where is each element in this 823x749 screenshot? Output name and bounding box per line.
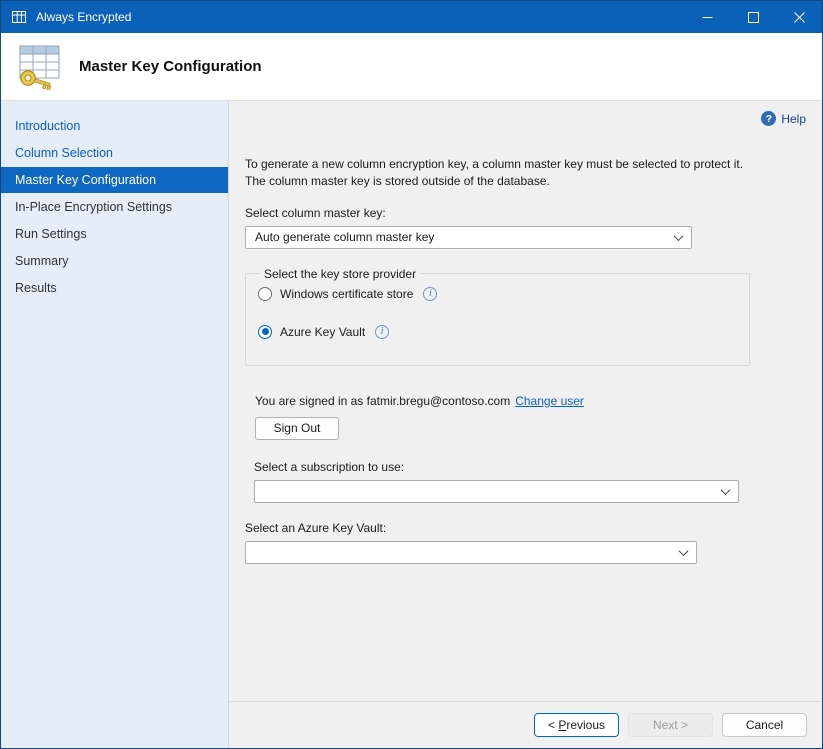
chevron-down-icon [674, 231, 684, 241]
master-key-dropdown[interactable]: Auto generate column master key [245, 226, 692, 249]
radio-windows-certificate-store[interactable] [258, 287, 272, 301]
content-panel: ? Help To generate a new column encrypti… [229, 101, 822, 748]
minimize-icon [702, 12, 713, 23]
window-controls [684, 1, 822, 33]
minimize-button[interactable] [684, 1, 730, 33]
sidebar-item-results[interactable]: Results [1, 275, 228, 301]
cancel-button[interactable]: Cancel [722, 713, 807, 737]
vault-label: Select an Azure Key Vault: [245, 521, 806, 535]
sidebar-item-run-settings[interactable]: Run Settings [1, 221, 228, 247]
always-encrypted-window: Always Encrypted [0, 0, 823, 749]
maximize-button[interactable] [730, 1, 776, 33]
window-title: Always Encrypted [36, 10, 131, 24]
wizard-steps-sidebar: Introduction Column Selection Master Key… [1, 101, 229, 748]
radio-dot [262, 328, 269, 335]
close-button[interactable] [776, 1, 822, 33]
vault-dropdown[interactable] [245, 541, 697, 564]
sidebar-item-introduction[interactable]: Introduction [1, 113, 228, 139]
signed-in-text: You are signed in as fatmir.bregu@contos… [255, 394, 510, 408]
radio-label-azure-key-vault[interactable]: Azure Key Vault [280, 325, 365, 339]
wizard-footer: < Previous Next > Cancel [229, 701, 822, 748]
sign-out-button[interactable]: Sign Out [255, 417, 339, 440]
table-key-icon [15, 44, 63, 90]
chevron-down-icon [679, 546, 689, 556]
change-user-link[interactable]: Change user [515, 394, 584, 408]
info-icon[interactable]: i [423, 287, 437, 301]
subscription-label: Select a subscription to use: [254, 460, 806, 474]
chevron-down-icon [721, 485, 731, 495]
help-link[interactable]: ? Help [245, 111, 806, 126]
content-main: ? Help To generate a new column encrypti… [229, 101, 822, 701]
sidebar-item-summary[interactable]: Summary [1, 248, 228, 274]
help-icon: ? [761, 111, 776, 126]
titlebar: Always Encrypted [1, 1, 822, 33]
sidebar-item-column-selection[interactable]: Column Selection [1, 140, 228, 166]
key-store-provider-title: Select the key store provider [260, 267, 420, 281]
next-button[interactable]: Next > [628, 713, 713, 737]
signed-in-status: You are signed in as fatmir.bregu@contos… [255, 394, 806, 408]
key-store-provider-group: Select the key store provider Windows ce… [245, 267, 750, 366]
radio-azure-key-vault[interactable] [258, 325, 272, 339]
wizard-header: Master Key Configuration [1, 33, 822, 101]
radio-row-windows-certificate-store: Windows certificate store i [258, 287, 737, 301]
wizard-body: Introduction Column Selection Master Key… [1, 101, 822, 748]
subscription-dropdown[interactable] [254, 480, 739, 503]
help-label: Help [781, 112, 806, 126]
radio-row-azure-key-vault: Azure Key Vault i [258, 325, 737, 339]
master-key-label: Select column master key: [245, 206, 806, 220]
previous-button-label: < Previous [548, 718, 605, 732]
sidebar-item-master-key-configuration[interactable]: Master Key Configuration [1, 167, 228, 193]
page-description: To generate a new column encryption key,… [245, 156, 757, 191]
sidebar-item-in-place-encryption-settings[interactable]: In-Place Encryption Settings [1, 194, 228, 220]
master-key-value: Auto generate column master key [255, 230, 434, 244]
app-table-icon[interactable] [11, 9, 27, 25]
info-icon[interactable]: i [375, 325, 389, 339]
radio-label-windows-certificate-store[interactable]: Windows certificate store [280, 287, 413, 301]
maximize-icon [748, 12, 759, 23]
close-icon [794, 12, 805, 23]
page-title: Master Key Configuration [79, 58, 262, 75]
previous-button[interactable]: < Previous [534, 713, 619, 737]
